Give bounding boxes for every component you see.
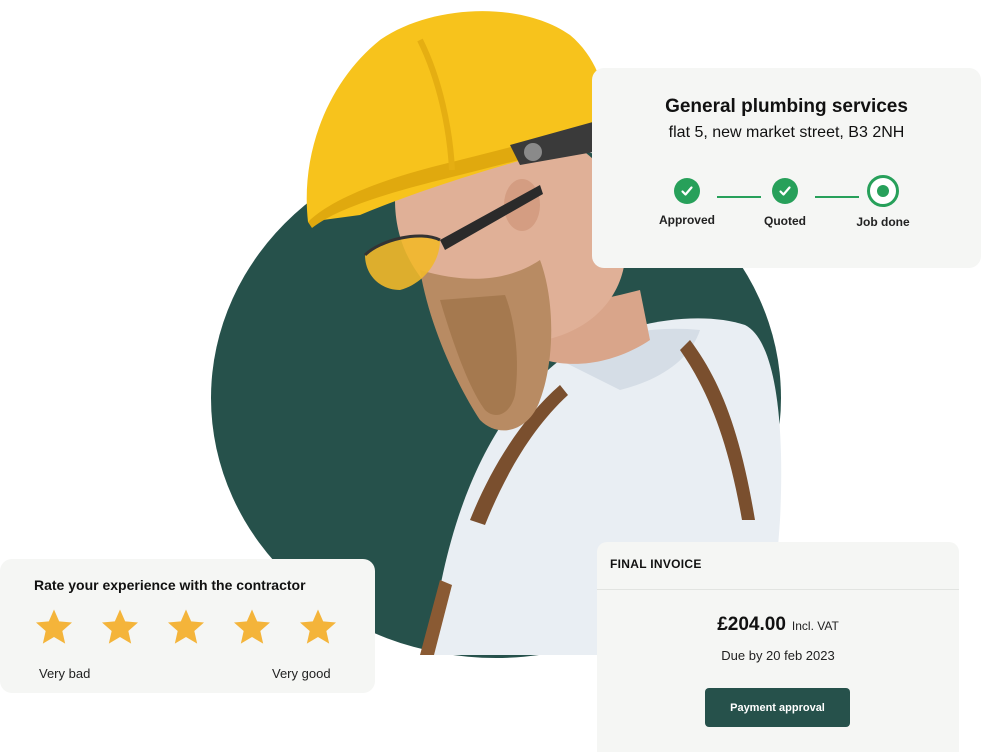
invoice-header-label: FINAL INVOICE — [610, 557, 702, 571]
check-circle-icon — [772, 178, 798, 204]
star-icon[interactable] — [34, 607, 74, 647]
job-title: General plumbing services — [665, 96, 908, 117]
invoice-amount: £204.00 — [717, 614, 786, 635]
invoice-amount-row: £204.00 Incl. VAT — [597, 614, 959, 636]
step-approved: Approved — [642, 178, 732, 227]
check-circle-icon — [674, 178, 700, 204]
step-quoted: Quoted — [740, 178, 830, 228]
rating-title: Rate your experience with the contractor — [34, 577, 306, 593]
invoice-due-date: Due by 20 feb 2023 — [721, 648, 835, 663]
job-address: flat 5, new market street, B3 2NH — [668, 124, 905, 141]
rating-max-label: Very good — [272, 666, 331, 681]
job-status-card: General plumbing services flat 5, new ma… — [592, 68, 981, 268]
invoice-vat-note: Incl. VAT — [791, 619, 839, 633]
radio-dot-icon — [867, 175, 899, 207]
step-label: Approved — [658, 213, 715, 227]
job-progress-steps: Approved Quoted Job done — [592, 175, 981, 248]
rating-card: Rate your experience with the contractor… — [0, 559, 375, 693]
star-icon[interactable] — [232, 607, 272, 647]
star-icon[interactable] — [298, 607, 338, 647]
step-label: Quoted — [764, 214, 806, 228]
payment-approval-button[interactable]: Payment approval — [705, 688, 850, 727]
star-rating — [34, 607, 338, 651]
star-icon[interactable] — [166, 607, 206, 647]
rating-min-label: Very bad — [39, 666, 91, 681]
step-job-done: Job done — [838, 175, 928, 229]
invoice-card: FINAL INVOICE £204.00 Incl. VAT Due by 20… — [597, 542, 959, 752]
star-icon[interactable] — [100, 607, 140, 647]
invoice-header: FINAL INVOICE — [597, 542, 959, 590]
step-label: Job done — [856, 215, 910, 229]
